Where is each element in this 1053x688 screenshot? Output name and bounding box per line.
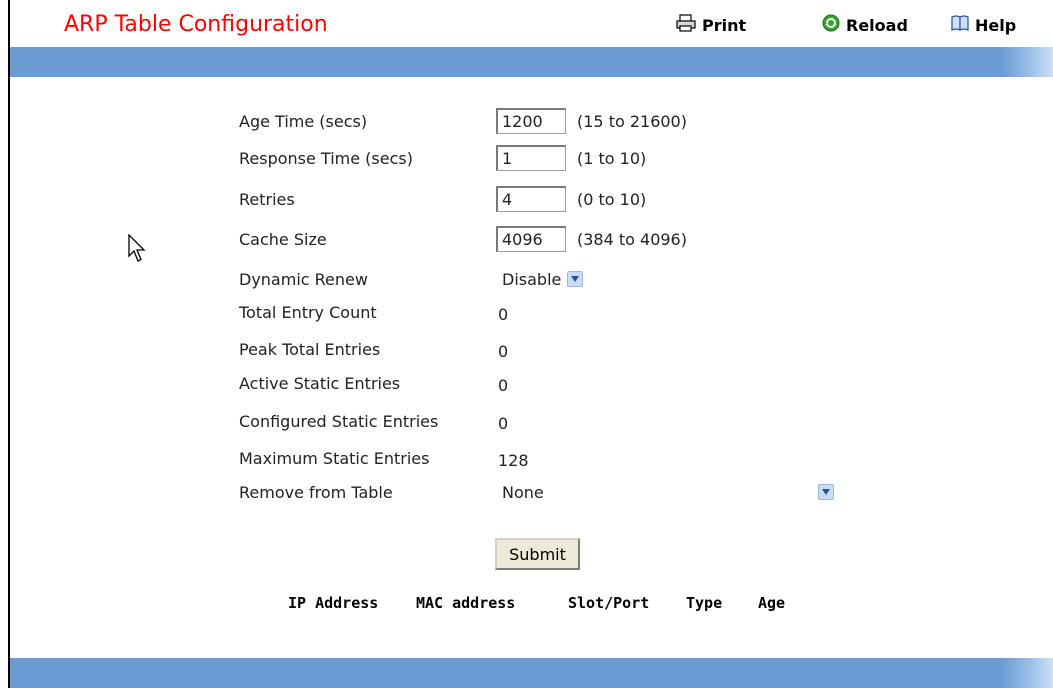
remove-from-table-value: None bbox=[502, 482, 544, 502]
column-header-ip-address: IP Address bbox=[288, 594, 379, 612]
help-book-icon bbox=[951, 14, 969, 36]
configured-static-entries-label: Configured Static Entries bbox=[239, 412, 439, 431]
column-header-age: Age bbox=[758, 594, 786, 612]
configured-static-entries-value: 0 bbox=[498, 414, 509, 433]
response-time-label: Response Time (secs) bbox=[239, 149, 413, 168]
maximum-static-entries-label: Maximum Static Entries bbox=[239, 449, 430, 468]
dynamic-renew-value: Disable bbox=[502, 269, 562, 289]
retries-input[interactable] bbox=[496, 186, 566, 212]
cache-size-label: Cache Size bbox=[239, 230, 327, 249]
help-label: Help bbox=[975, 15, 1017, 35]
printer-icon bbox=[676, 14, 696, 36]
peak-total-entries-label: Peak Total Entries bbox=[239, 340, 381, 359]
bottom-banner-bar bbox=[10, 658, 1053, 688]
dynamic-renew-select[interactable]: Disable bbox=[502, 268, 598, 290]
column-header-slot-port: Slot/Port bbox=[568, 594, 650, 612]
age-time-range: (15 to 21600) bbox=[577, 112, 687, 131]
total-entry-count-label: Total Entry Count bbox=[239, 303, 377, 322]
reload-button[interactable]: Reload bbox=[822, 14, 908, 36]
cache-size-range: (384 to 4096) bbox=[577, 230, 687, 249]
print-button[interactable]: Print bbox=[676, 14, 746, 36]
total-entry-count-value: 0 bbox=[498, 305, 509, 324]
dynamic-renew-label: Dynamic Renew bbox=[239, 270, 368, 289]
peak-total-entries-value: 0 bbox=[498, 342, 509, 361]
remove-from-table-label: Remove from Table bbox=[239, 483, 393, 502]
help-button[interactable]: Help bbox=[951, 14, 1016, 36]
page-title: ARP Table Configuration bbox=[64, 12, 328, 37]
maximum-static-entries-value: 128 bbox=[498, 451, 529, 470]
retries-label: Retries bbox=[239, 190, 295, 209]
reload-label: Reload bbox=[846, 15, 908, 35]
active-static-entries-value: 0 bbox=[498, 376, 509, 395]
page-frame bbox=[8, 0, 1053, 688]
retries-range: (0 to 10) bbox=[577, 190, 647, 209]
chevron-down-icon[interactable] bbox=[818, 484, 834, 500]
active-static-entries-label: Active Static Entries bbox=[239, 374, 401, 393]
print-label: Print bbox=[702, 15, 747, 35]
age-time-input[interactable] bbox=[496, 108, 566, 134]
reload-icon bbox=[822, 14, 840, 36]
column-header-type: Type bbox=[686, 594, 723, 612]
age-time-label: Age Time (secs) bbox=[239, 112, 368, 131]
column-header-mac-address: MAC address bbox=[416, 594, 516, 612]
remove-from-table-select[interactable]: None bbox=[502, 481, 834, 503]
cache-size-input[interactable] bbox=[496, 226, 566, 252]
response-time-input[interactable] bbox=[496, 145, 566, 171]
chevron-down-icon[interactable] bbox=[567, 271, 584, 287]
submit-button[interactable]: Submit bbox=[495, 538, 580, 570]
top-banner-bar bbox=[10, 47, 1053, 77]
response-time-range: (1 to 10) bbox=[577, 149, 647, 168]
mouse-pointer-icon bbox=[128, 233, 148, 268]
